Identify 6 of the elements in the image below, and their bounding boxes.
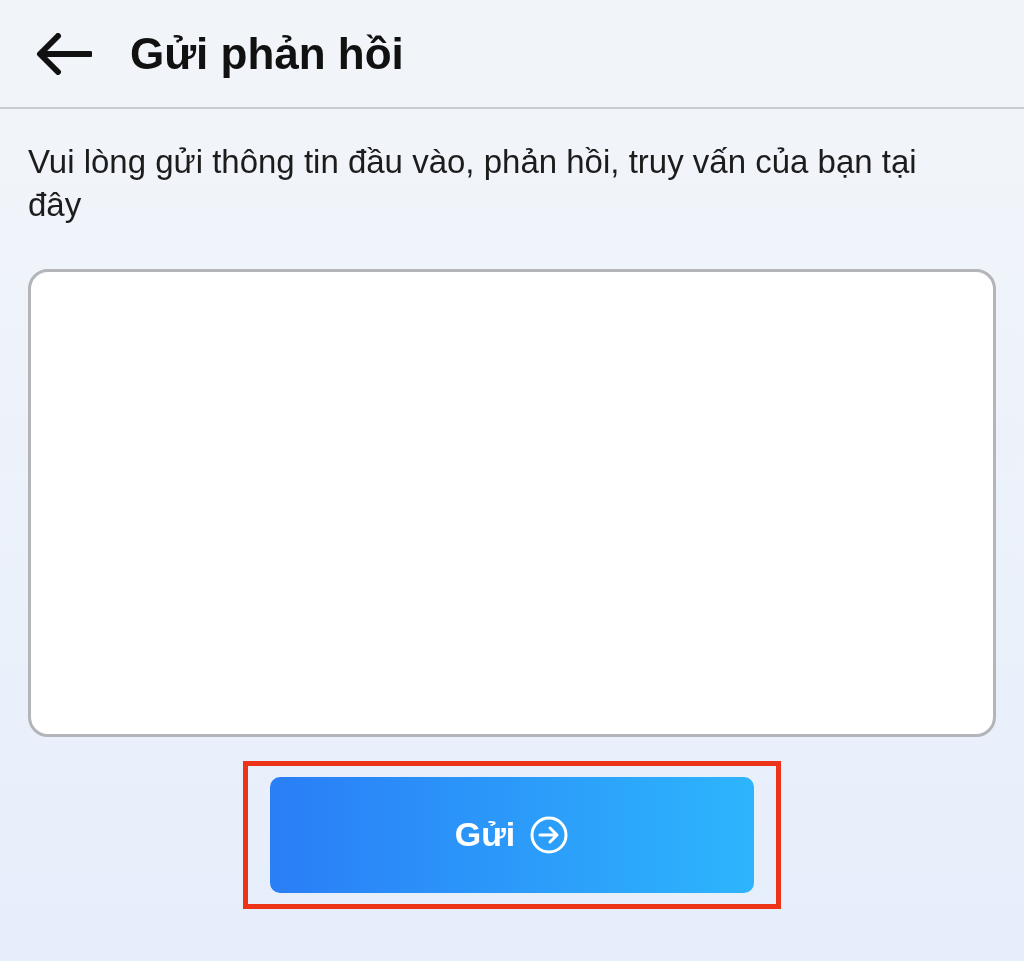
- send-button[interactable]: Gửi: [270, 776, 754, 893]
- feedback-field[interactable]: [28, 268, 996, 737]
- page-title: Gửi phản hồi: [130, 27, 404, 80]
- back-arrow-icon[interactable]: [36, 32, 92, 75]
- instruction-text: Vui lòng gửi thông tin đầu vào, phản hồi, truy vấn của bạn tại đây: [27, 142, 918, 225]
- arrow-circle-icon: [529, 814, 570, 855]
